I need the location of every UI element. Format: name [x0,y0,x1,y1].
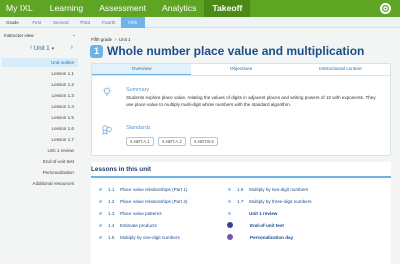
standards-icon [102,125,112,135]
grade-tab-fifth[interactable]: Fifth [120,16,145,28]
nav-learning[interactable]: Learning [42,0,91,17]
tab-objectives[interactable]: Objectives [191,64,290,75]
bullet-dot-icon [228,187,231,191]
sidebar-item-lesson-1-3[interactable]: Lesson 1.3 [2,91,76,100]
sidebar-item-personalization[interactable]: Personalization [2,168,76,177]
caret-down-icon[interactable]: ▾ [52,46,55,52]
grade-tab-second[interactable]: Second [49,17,73,28]
unit-selector-label: Unit 1 [33,46,50,52]
nav-takeoff[interactable]: Takeoff [204,0,251,17]
lesson-link-1-3[interactable]: 1.3 Place value patterns [99,209,162,217]
unit-selector: ‹ Unit 1 ▾ › [4,44,76,54]
chevron-left-icon[interactable]: ‹ [30,44,32,51]
lesson-link-1-7[interactable]: 1.7 Multiply by three-digit numbers [228,197,312,205]
nav-my-ixl[interactable]: My IXL [0,0,42,17]
sidebar-item-additional-resources[interactable]: Additional resources [2,179,76,188]
page-title: Whole number place value and multiplicat… [107,44,365,58]
bullet-dot-icon [99,235,102,239]
instructor-view-label: Instructor view [4,33,34,38]
sidebar-item-lesson-1-7[interactable]: Lesson 1.7 [2,135,76,144]
lesson-title: Multiply by three-digit numbers [249,198,312,204]
lesson-link-1-5[interactable]: 1.5 Multiply by one-digit numbers [99,233,180,241]
grade-tab-first[interactable]: First [25,17,49,28]
chevron-right-icon[interactable]: › [71,44,73,51]
bullet-dot-icon [228,211,231,215]
lesson-number: 1.2 [108,198,115,204]
chevron-down-icon: ⌄ [71,32,76,38]
lesson-link-unit-review[interactable]: Unit 1 review [228,209,277,217]
sidebar-item-end-of-unit-test[interactable]: End-of-unit test [2,157,76,166]
nav-assessment[interactable]: Assessment [91,0,154,17]
lesson-link-1-6[interactable]: 1.6 Multiply by two-digit numbers [228,185,308,193]
breadcrumb-current: Unit 1 [119,37,131,42]
tab-overview[interactable]: Overview [92,64,192,75]
lesson-title: Place value relationships (Part 1) [120,186,188,192]
lesson-number: 1.3 [108,210,115,216]
sidebar-item-unit-review[interactable]: Unit 1 review [2,146,76,155]
lesson-number: 1.4 [108,222,115,228]
lesson-number: 1.1 [108,186,115,192]
breadcrumb: Fifth grade > Unit 1 [91,37,131,42]
breadcrumb-parent[interactable]: Fifth grade [91,37,112,42]
grade-label: Grade [6,19,19,25]
test-clipboard-icon [227,222,233,228]
sidebar: Instructor view ⌄ ‹ Unit 1 ▾ › Unit outl… [0,28,78,264]
unit-number-badge: 1 [90,44,103,58]
lessons-heading: Lessons in this unit [91,166,152,173]
lesson-title: Personalization day [250,234,294,240]
grade-bar: Grade First Second Third Fourth Fifth [0,16,400,28]
bullet-dot-icon [99,223,102,227]
sidebar-item-lesson-1-6[interactable]: Lesson 1.6 [2,124,76,133]
standard-tag[interactable]: 5.NBT.A.2 [158,137,186,146]
lessons-divider [91,176,391,178]
lesson-number: 1.7 [237,198,244,204]
lesson-link-1-1[interactable]: 1.1 Place value relationships (Part 1) [99,185,187,193]
breadcrumb-separator-icon: > [113,37,119,42]
bullet-dot-icon [99,199,102,203]
lesson-title: Place value relationships (Part 2) [120,198,188,204]
lesson-title: Multiply by two-digit numbers [249,186,309,192]
instructor-view-select[interactable]: Instructor view ⌄ [4,31,76,40]
summary-text: Students explore place value, relating t… [126,95,376,107]
lesson-title: Place value patterns [120,210,162,216]
sidebar-item-lesson-1-2[interactable]: Lesson 1.2 [2,80,76,89]
sidebar-item-lesson-1-1[interactable]: Lesson 1.1 [2,69,76,78]
bullet-dot-icon [99,187,102,191]
sidebar-item-lesson-1-5[interactable]: Lesson 1.5 [2,113,76,122]
grade-tab-fourth[interactable]: Fourth [97,17,121,28]
lesson-link-end-of-unit-test[interactable]: End-of-unit test [227,221,284,229]
sidebar-item-unit-outline[interactable]: Unit outline [2,58,78,67]
summary-heading: Summary [126,87,150,93]
personalization-icon [227,234,233,240]
standards-heading: Standards [126,125,151,131]
tab-instructional-context[interactable]: Instructional context [291,64,390,75]
grade-tab-third[interactable]: Third [73,17,97,28]
lesson-title: Estimate products [120,222,157,228]
lightbulb-icon [102,86,112,96]
standard-tag[interactable]: 5.NBT.B.5 [190,137,218,146]
bullet-dot-icon [228,199,231,203]
sidebar-item-lesson-1-4[interactable]: Lesson 1.4 [2,102,76,111]
lesson-link-personalization-day[interactable]: Personalization day [227,233,294,241]
lessons-section: Lessons in this unit 1.1 Place value rel… [91,162,391,264]
lesson-title: Unit 1 review [249,210,278,216]
page-title-row: 1 Whole number place value and multiplic… [90,43,364,59]
lesson-link-1-2[interactable]: 1.2 Place value relationships (Part 2) [99,197,187,205]
top-nav: My IXL Learning Assessment Analytics Tak… [0,0,400,17]
settings-gear-icon[interactable] [380,3,391,14]
lesson-number: 1.5 [108,234,115,240]
lesson-link-1-4[interactable]: 1.4 Estimate products [99,221,157,229]
lesson-title: Multiply by one-digit numbers [120,234,180,240]
bullet-dot-icon [99,211,102,215]
lesson-title: End-of-unit test [250,222,284,228]
standard-tag[interactable]: 5.NBT.A.1 [126,137,154,146]
lesson-number: 1.6 [237,186,244,192]
overview-tabs: Overview Objectives Instructional contex… [92,64,390,76]
nav-analytics[interactable]: Analytics [154,0,204,17]
